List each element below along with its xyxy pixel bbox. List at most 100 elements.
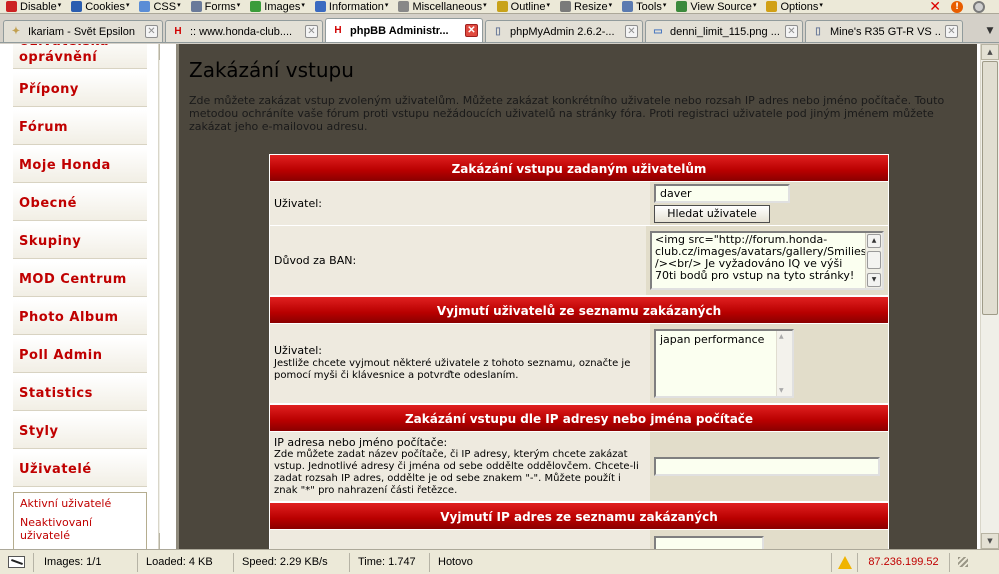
dropdown-arrow-icon: ▾	[384, 1, 389, 9]
find-user-button[interactable]: Hledat uživatele	[654, 205, 770, 223]
tab-close-icon[interactable]: ✕	[465, 24, 478, 37]
dropdown-arrow-icon: ▾	[236, 1, 241, 9]
sidebar-item[interactable]: Poll Admin	[13, 338, 147, 376]
disable-icon	[6, 1, 17, 12]
dropdown-arrow-icon: ▾	[546, 1, 551, 9]
admin-main-frame: Zakázání vstupu Zde můžete zakázat vstup…	[176, 44, 977, 549]
sidebar-item-label: Skupiny	[19, 234, 82, 249]
error-icon[interactable]: !	[951, 0, 963, 13]
nav-scrollbar[interactable]: ▲ ▼	[158, 44, 160, 549]
sidebar-item[interactable]: Uživatelé	[13, 452, 147, 490]
main-scrollbar[interactable]: ▲ ▼	[980, 44, 999, 549]
toolbar-cookies-menu[interactable]: Cookies ▾	[71, 1, 129, 13]
sidebar-subitem[interactable]: Neaktivovaní uživatelé	[20, 516, 140, 542]
toolbar-tools-menu[interactable]: Tools ▾	[622, 1, 666, 13]
toolbar-item-label: Images	[264, 0, 301, 13]
unban-user-select[interactable]: japan performance ▲ ▼	[654, 329, 794, 398]
tab-list-menu-icon[interactable]: ▼	[981, 20, 999, 42]
sidebar-item[interactable]: Moje Honda	[13, 148, 147, 186]
toolbar-forms-menu[interactable]: Forms ▾	[190, 1, 241, 13]
tab-close-icon[interactable]: ✕	[945, 25, 958, 38]
section-header-unban-user: Vyjmutí uživatelů ze seznamu zakázaných	[269, 296, 889, 324]
toolbar-item-label: View Source	[690, 0, 752, 13]
settings-gear-icon[interactable]	[973, 0, 985, 13]
toolbar-item-label: Information	[328, 0, 384, 13]
dropdown-arrow-icon: ▾	[819, 1, 823, 9]
toolbar-options-menu[interactable]: Options ▾	[766, 0, 823, 13]
dropdown-arrow-icon: ▾	[662, 1, 667, 9]
tab-close-icon[interactable]: ✕	[785, 25, 798, 38]
toolbar-outline-menu[interactable]: Outline ▾	[496, 1, 551, 13]
tab-close-icon[interactable]: ✕	[145, 25, 158, 38]
ban-user-label: Uživatel:	[274, 196, 322, 210]
close-icon[interactable]: ✕	[929, 0, 941, 13]
toolbar-item-label: Disable	[20, 0, 57, 13]
warning-icon[interactable]	[832, 552, 858, 572]
sidebar-item[interactable]: MOD Centrum	[13, 262, 147, 300]
sidebar-item-label: Moje Honda	[19, 158, 111, 173]
sidebar-item-label: Uživatelé	[19, 462, 92, 477]
scroll-up-arrow-icon[interactable]: ▲	[159, 44, 160, 60]
section-header-ban-ip: Zakázání vstupu dle IP adresy nebo jména…	[269, 404, 889, 432]
browser-content: Uživatelská oprávnění Přípony Fórum Moje Ho…	[0, 44, 999, 549]
browser-tab[interactable]: HphpBB Administr... ✕	[325, 18, 483, 42]
toolbar-css-menu[interactable]: CSS ▾	[139, 1, 181, 13]
sidebar-item-label: Statistics	[19, 386, 93, 401]
tab-label: denni_limit_115.png ...	[670, 25, 780, 38]
toolbar-miscellaneous-menu[interactable]: Miscellaneous ▾	[398, 1, 487, 13]
sidebar-subitem[interactable]: Aktivní uživatelé	[20, 497, 140, 510]
ban-username-input[interactable]	[654, 184, 790, 203]
toolbar-information-menu[interactable]: Information ▾	[314, 0, 389, 13]
tab-label: Ikariam - Svět Epsilon	[28, 25, 135, 38]
dropdown-arrow-icon: ▾	[177, 1, 181, 9]
dropdown-arrow-icon: ▾	[752, 1, 757, 9]
toolbar-view-source-menu[interactable]: View Source ▾	[676, 1, 756, 13]
browser-tab[interactable]: ✦ Ikariam - Svět Epsilon ✕	[3, 20, 163, 42]
scroll-down-arrow-icon[interactable]: ▼	[981, 533, 999, 549]
browser-tab[interactable]: ▯ phpMyAdmin 2.6.2-... ✕	[485, 20, 643, 42]
select-option[interactable]: japan performance	[660, 333, 788, 346]
status-loaded: Loaded: 4 KB	[138, 552, 234, 572]
tab-close-icon[interactable]: ✕	[305, 25, 318, 38]
toolbar-item-label: Options	[780, 0, 819, 13]
tab-close-icon[interactable]: ✕	[625, 25, 638, 38]
browser-tab[interactable]: ▯ Mine's R35 GT-R VS ... ✕	[805, 20, 963, 42]
sidebar-item[interactable]: Uživatelská oprávnění	[13, 44, 147, 72]
sidebar-item-label: Poll Admin	[19, 348, 103, 363]
scroll-down-arrow-icon[interactable]: ▼	[867, 273, 881, 287]
admin-page: Zakázání vstupu Zde můžete zakázat vstup…	[179, 44, 977, 133]
browser-tab[interactable]: ▭ denni_limit_115.png ... ✕	[645, 20, 803, 42]
scroll-down-arrow-icon[interactable]: ▼	[779, 387, 784, 394]
page-intro: Zde můžete zakázat vstup zvoleným uživat…	[189, 94, 945, 133]
unban-ip-select[interactable]	[654, 536, 764, 549]
toolbar-resize-menu[interactable]: Resize ▾	[560, 1, 612, 13]
reason-scroll-thumb[interactable]	[867, 251, 881, 269]
ban-reason-textarea[interactable]: <img src="http://forum.honda-club.cz/ima…	[650, 231, 884, 290]
scroll-up-arrow-icon[interactable]: ▲	[867, 234, 881, 248]
sidebar-item[interactable]: Photo Album	[13, 300, 147, 338]
ban-ip-input[interactable]	[654, 457, 880, 476]
dropdown-arrow-icon: ▾	[301, 1, 305, 9]
tab-label: phpBB Administr...	[350, 24, 449, 37]
reason-scrollbar[interactable]: ▲ ▼	[865, 233, 882, 288]
toolbar-disable-menu[interactable]: Disable ▾	[6, 1, 61, 13]
sidebar-submenu: Aktivní uživatelé Neaktivovaní uživatelé	[13, 492, 147, 549]
sidebar-item[interactable]: Statistics	[13, 376, 147, 414]
scroll-down-arrow-icon[interactable]: ▼	[159, 533, 160, 549]
list-scrollbar[interactable]: ▲ ▼	[776, 331, 792, 396]
page-icon: ▯	[815, 26, 821, 37]
toolbar-images-menu[interactable]: Images ▾	[250, 1, 305, 13]
sidebar-item[interactable]: Fórum	[13, 110, 147, 148]
ban-form: Zakázání vstupu zadaným uživatelům Uživa…	[269, 154, 889, 549]
sidebar-item[interactable]: Styly	[13, 414, 147, 452]
sidebar-item[interactable]: Obecné	[13, 186, 147, 224]
sidebar-item[interactable]: Přípony	[13, 72, 147, 110]
information-icon	[314, 1, 326, 12]
scroll-up-arrow-icon[interactable]: ▲	[981, 44, 999, 60]
honda-icon: H	[174, 26, 182, 37]
scroll-up-arrow-icon[interactable]: ▲	[779, 333, 784, 340]
main-scroll-thumb[interactable]	[982, 61, 998, 315]
sidebar-item[interactable]: Skupiny	[13, 224, 147, 262]
browser-tab[interactable]: H:: www.honda-club.... ✕	[165, 20, 323, 42]
status-image-toggle[interactable]	[0, 552, 34, 572]
